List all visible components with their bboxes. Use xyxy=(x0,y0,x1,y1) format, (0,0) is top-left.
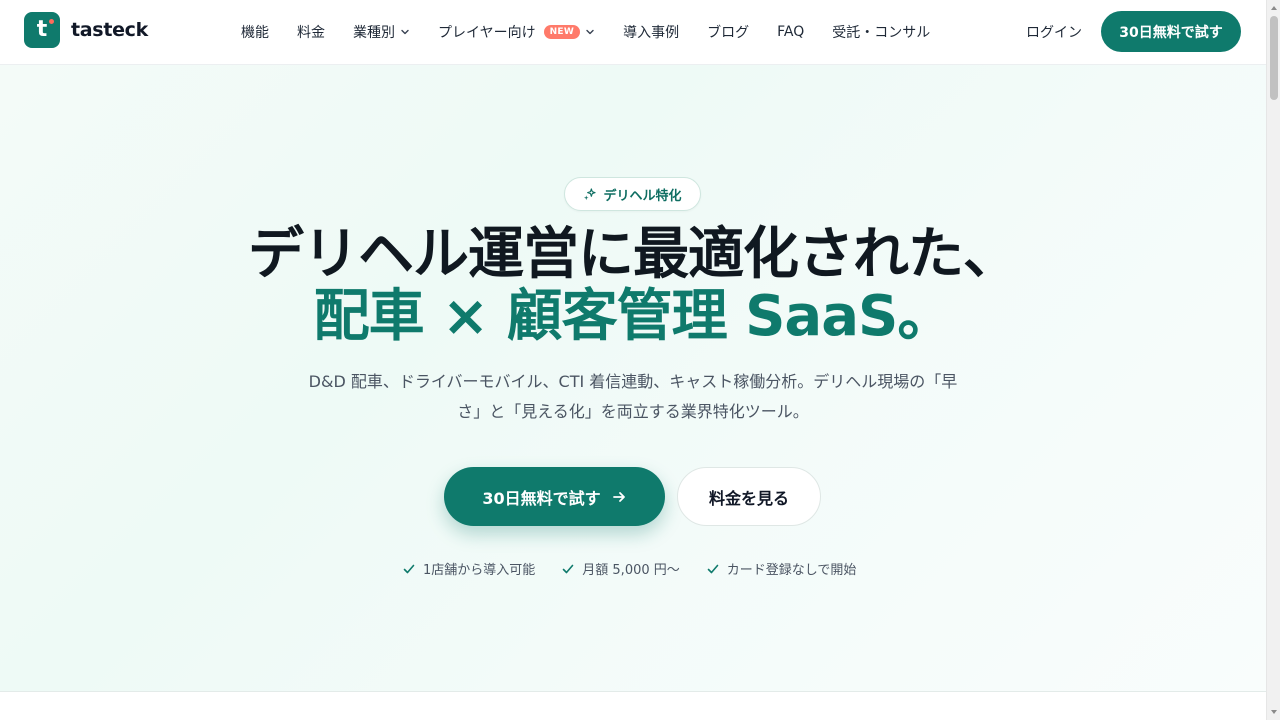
logo-text: tasteck xyxy=(71,19,148,41)
page: t tasteck 機能 料金 業種別 プレイヤー向け NEW 導入事例 ブログ… xyxy=(0,0,1266,720)
check-item: 月額 5,000 円〜 xyxy=(561,559,680,578)
nav-item-label: 受託・コンサル xyxy=(832,25,931,41)
check-icon xyxy=(562,564,574,573)
hero-lead-line1: D&D 配車、ドライバーモバイル、CTI 着信連動、キャスト稼働分析。デリヘル現… xyxy=(308,372,958,391)
vertical-scrollbar[interactable] xyxy=(1266,0,1280,720)
scroll-down-arrow-icon[interactable] xyxy=(1270,708,1278,716)
site-header: t tasteck 機能 料金 業種別 プレイヤー向け NEW 導入事例 ブログ… xyxy=(0,0,1266,65)
hero-title-line2: 配車 × 顧客管理 SaaS。 xyxy=(313,284,954,349)
scroll-up-arrow-icon[interactable] xyxy=(1270,4,1278,12)
feature-checks: 1店舗から導入可能 月額 5,000 円〜 カード登録なしで開始 xyxy=(402,559,882,578)
chevron-down-icon xyxy=(586,29,594,35)
check-item: カード登録なしで開始 xyxy=(706,559,857,578)
hero-title-line1: デリヘル運営に最適化された、 xyxy=(248,222,1019,287)
check-label: 月額 5,000 円〜 xyxy=(582,563,680,578)
check-label: カード登録なしで開始 xyxy=(726,563,857,578)
check-icon xyxy=(403,564,415,573)
logo-letter: t xyxy=(36,16,48,42)
arrow-right-icon xyxy=(612,491,625,502)
nav-item-case-studies[interactable]: 導入事例 xyxy=(623,22,679,42)
hero-trial-label: 30日無料で試す xyxy=(482,488,601,508)
login-link[interactable]: ログイン xyxy=(1026,22,1082,42)
scrollbar-thumb[interactable] xyxy=(1270,16,1278,100)
nav-item-label: 導入事例 xyxy=(623,25,680,41)
nav-item-industries[interactable]: 業種別 xyxy=(353,22,410,42)
nav-item-consulting[interactable]: 受託・コンサル xyxy=(832,22,930,42)
nav-item-pricing[interactable]: 料金 xyxy=(297,22,325,42)
nav-item-blog[interactable]: ブログ xyxy=(707,22,749,42)
category-pill: デリヘル特化 xyxy=(564,177,701,211)
logo-mark-icon: t xyxy=(24,12,60,48)
hero-trial-button[interactable]: 30日無料で試す xyxy=(444,467,665,526)
nav-item-label: ブログ xyxy=(707,25,750,41)
header-trial-button[interactable]: 30日無料で試す xyxy=(1101,11,1241,52)
hero-lead: D&D 配車、ドライバーモバイル、CTI 着信連動、キャスト稼働分析。デリヘル現… xyxy=(283,367,983,427)
new-badge: NEW xyxy=(543,25,581,39)
nav-item-features[interactable]: 機能 xyxy=(241,22,269,42)
view-pricing-button[interactable]: 料金を見る xyxy=(677,467,821,526)
sparkle-icon xyxy=(584,187,597,200)
check-item: 1店舗から導入可能 xyxy=(402,559,535,578)
hero-lead-line2: さ」と「見える化」を両立する業界特化ツール。 xyxy=(457,402,809,421)
nav-item-label: 機能 xyxy=(241,25,269,41)
check-icon xyxy=(707,564,719,573)
hero-section: デリヘル特化 デリヘル運営に最適化された、 配車 × 顧客管理 SaaS。 D&… xyxy=(0,65,1266,692)
nav-item-label: 業種別 xyxy=(353,25,395,41)
logo[interactable]: t tasteck xyxy=(24,12,148,48)
main-nav: 機能 料金 業種別 プレイヤー向け NEW 導入事例 ブログ FAQ 受託・コン… xyxy=(241,0,958,64)
nav-item-label: FAQ xyxy=(777,24,805,40)
nav-item-faq[interactable]: FAQ xyxy=(777,24,804,40)
chevron-down-icon xyxy=(401,29,409,35)
nav-item-label: 料金 xyxy=(297,25,325,41)
logo-dot xyxy=(49,19,54,24)
nav-item-players[interactable]: プレイヤー向け NEW xyxy=(438,22,595,42)
nav-item-label: プレイヤー向け xyxy=(438,25,536,41)
check-label: 1店舗から導入可能 xyxy=(423,563,536,578)
pill-label: デリヘル特化 xyxy=(603,188,682,204)
